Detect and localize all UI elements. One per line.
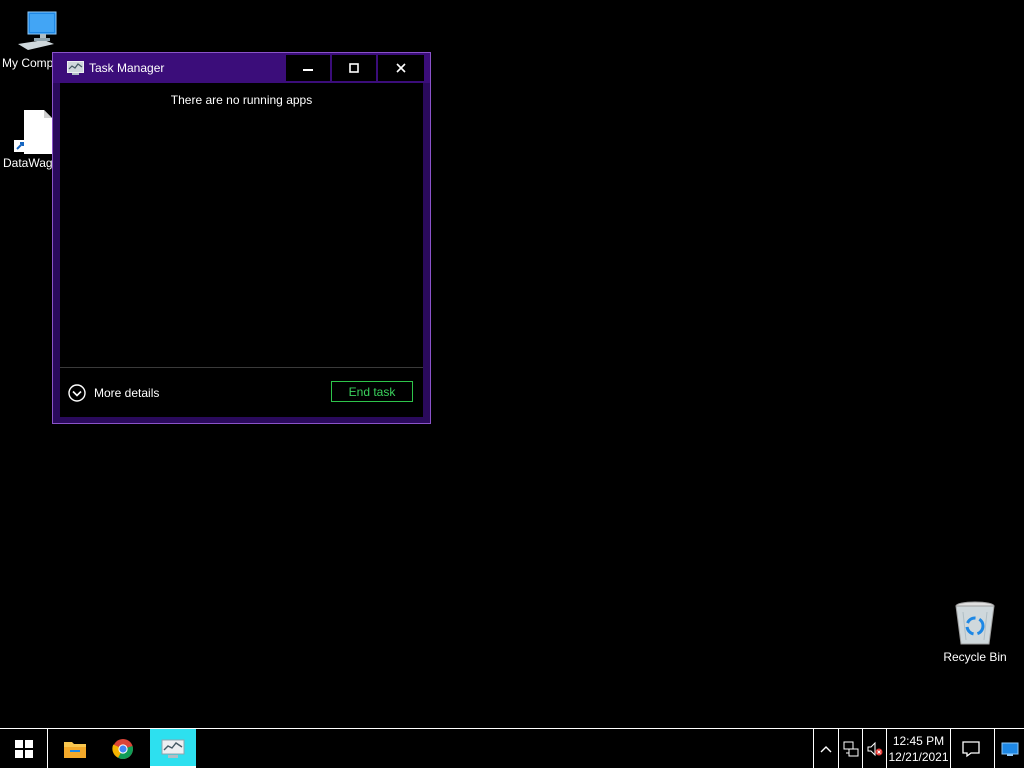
desktop-icon-my-computer[interactable]: My Comp	[0, 10, 60, 70]
file-explorer-icon	[64, 741, 86, 758]
task-manager-icon	[67, 61, 84, 75]
app-list-panel: There are no running apps More details E…	[60, 83, 423, 417]
document-shortcut-icon	[14, 110, 52, 154]
show-hidden-icons-button[interactable]	[813, 729, 838, 768]
maximize-button[interactable]	[332, 55, 376, 81]
start-button[interactable]	[0, 729, 48, 768]
show-desktop-icon	[1001, 742, 1018, 756]
close-button[interactable]	[378, 55, 424, 81]
computer-icon	[18, 11, 57, 50]
volume-button[interactable]	[862, 729, 886, 768]
close-icon	[396, 63, 406, 73]
desktop-icon-label: Recycle Bin	[943, 650, 1007, 664]
title-bar-drag-area[interactable]: Task Manager	[53, 53, 286, 83]
network-button[interactable]	[838, 729, 862, 768]
taskbar-chrome[interactable]	[100, 729, 146, 768]
windows-start-icon	[14, 739, 33, 758]
chevron-up-icon	[820, 745, 832, 752]
desktop-icon-label: DataWag	[3, 156, 53, 170]
desktop-icon-datawag[interactable]: DataWag	[0, 108, 56, 170]
chrome-icon	[112, 738, 133, 759]
network-icon	[843, 741, 858, 756]
taskbar: 12:45 PM 12/21/2021	[0, 728, 1024, 768]
clock[interactable]: 12:45 PM 12/21/2021	[886, 729, 950, 768]
task-manager-icon	[161, 739, 185, 758]
empty-state-message: There are no running apps	[170, 93, 313, 107]
action-center-button[interactable]	[950, 729, 990, 768]
maximize-icon	[349, 63, 359, 73]
volume-muted-icon	[867, 741, 882, 756]
taskbar-file-explorer[interactable]	[52, 729, 98, 768]
window-title: Task Manager	[89, 61, 165, 75]
end-task-button[interactable]: End task	[331, 381, 413, 402]
more-details-button[interactable]: More details	[68, 383, 159, 403]
recycle-bin-icon	[955, 601, 995, 645]
title-bar[interactable]: Task Manager	[53, 53, 430, 83]
show-desktop-button[interactable]	[994, 729, 1024, 768]
desktop-icon-recycle-bin[interactable]: Recycle Bin	[938, 600, 1012, 664]
action-center-icon	[961, 740, 980, 757]
chevron-down-circle-icon	[68, 384, 86, 402]
desktop: My Comp DataWag Recycle Bin Task Manager…	[0, 0, 1024, 728]
minimize-button[interactable]	[286, 55, 330, 81]
clock-time: 12:45 PM	[892, 733, 945, 748]
window-frame: There are no running apps More details E…	[53, 83, 430, 423]
more-details-label: More details	[94, 386, 160, 400]
clock-date: 12/21/2021	[888, 749, 949, 764]
minimize-icon	[303, 69, 313, 71]
taskbar-task-manager[interactable]	[150, 729, 196, 768]
divider	[60, 367, 423, 368]
task-manager-window[interactable]: Task Manager There are no running apps M…	[52, 52, 431, 424]
